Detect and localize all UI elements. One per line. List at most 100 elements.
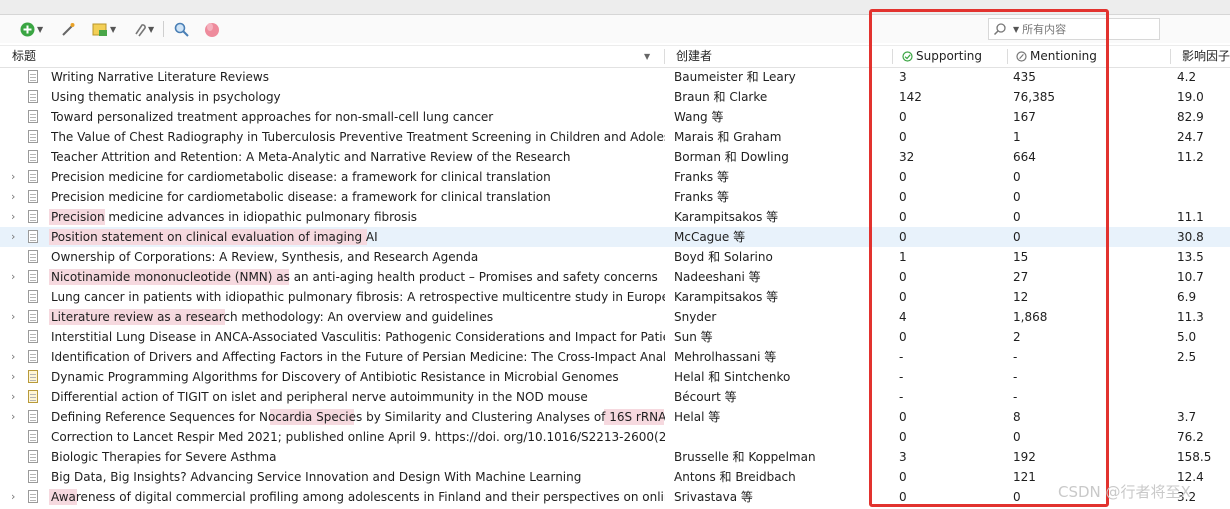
row-title: Precision medicine for cardiometabolic d… [51,190,551,204]
row-title: Lung cancer in patients with idiopathic … [51,290,665,304]
document-icon [28,270,38,283]
row-creator: Srivastava 等 [674,490,753,504]
row-creator: Snyder [674,310,717,324]
row-title: Differential action of TIGIT on islet an… [51,390,588,404]
row-title: Biologic Therapies for Severe Asthma [51,450,277,464]
new-note-button[interactable]: ▼ [92,20,116,38]
row-title: Literature review as a research methodol… [51,310,494,324]
column-divider[interactable] [664,49,665,64]
document-icon [28,130,38,143]
row-creator: Karampitsakos 等 [674,210,779,224]
row-title: Identification of Drivers and Affecting … [51,350,665,364]
row-creator: Borman 和 Dowling [674,150,789,164]
toolbar-separator [163,21,164,37]
row-creator: McCague 等 [674,230,746,244]
row-title: The Value of Chest Radiography in Tuberc… [51,130,665,144]
column-creator[interactable]: 创建者 [676,46,712,67]
document-icon [28,470,38,483]
expand-chevron-icon[interactable]: › [11,347,21,367]
row-creator: Marais 和 Graham [674,130,782,144]
add-by-identifier-button[interactable] [60,20,76,38]
watermark: CSDN @行者将至X [1058,483,1191,501]
row-title: Nicotinamide mononucleotide (NMN) as an … [51,270,658,284]
row-title: Writing Narrative Literature Reviews [51,70,269,84]
row-creator: Sun 等 [674,330,713,344]
row-title: Ownership of Corporations: A Review, Syn… [51,250,479,264]
magic-wand-icon [62,23,75,36]
document-icon [28,490,38,503]
document-icon [28,430,38,443]
expand-chevron-icon[interactable]: › [11,187,21,207]
row-creator: Franks 等 [674,190,729,204]
row-impact-factor: 19.0 [1177,90,1204,104]
row-creator: Boyd 和 Solarino [674,250,773,264]
document-icon [28,330,38,343]
row-title: Interstitial Lung Disease in ANCA-Associ… [51,330,665,344]
sort-dropdown-icon[interactable]: ▼ [644,46,650,67]
row-creator: Wang 等 [674,110,724,124]
row-creator: Brusselle 和 Koppelman [674,450,816,464]
row-creator: Nadeeshani 等 [674,270,761,284]
add-icon [20,22,35,36]
expand-chevron-icon[interactable]: › [11,487,21,507]
row-creator: Baumeister 和 Leary [674,70,796,84]
row-impact-factor: 30.8 [1177,230,1204,244]
document-icon [28,310,38,323]
row-title: Toward personalized treatment approaches… [51,110,494,124]
expand-chevron-icon[interactable]: › [11,267,21,287]
expand-chevron-icon[interactable]: › [11,227,21,247]
document-icon [28,210,38,223]
expand-chevron-icon[interactable]: › [11,167,21,187]
advanced-search-button[interactable] [174,20,189,38]
row-title: Using thematic analysis in psychology [51,90,281,104]
expand-chevron-icon[interactable]: › [11,207,21,227]
row-creator: Karampitsakos 等 [674,290,779,304]
column-title[interactable]: 标题 [12,46,36,67]
magnifier-icon [174,22,189,37]
document-icon [28,70,38,83]
row-impact-factor: 158.5 [1177,450,1212,464]
document-icon [28,90,38,103]
annotation-highlight-box [869,9,1109,507]
locate-button[interactable] [203,20,221,38]
expand-chevron-icon[interactable]: › [11,307,21,327]
row-creator: Franks 等 [674,170,729,184]
document-icon [28,190,38,203]
column-divider[interactable] [1170,49,1171,64]
document-icon [28,250,38,263]
row-creator: Mehrolhassani 等 [674,350,777,364]
expand-chevron-icon[interactable]: › [11,387,21,407]
row-title: Correction to Lancet Respir Med 2021; pu… [51,430,665,444]
new-item-button[interactable]: ▼ [20,20,43,38]
note-icon [92,23,107,36]
pink-blob-icon [205,23,219,37]
document-icon [28,170,38,183]
row-impact-factor: 11.1 [1177,210,1204,224]
document-icon [28,350,38,363]
row-impact-factor: 76.2 [1177,430,1204,444]
row-title: Dynamic Programming Algorithms for Disco… [51,370,619,384]
attachment-button[interactable]: ▼ [132,20,154,38]
row-impact-factor: 4.2 [1177,70,1197,84]
row-impact-factor: 11.3 [1177,310,1204,324]
row-impact-factor: 11.2 [1177,150,1204,164]
row-title: Precision medicine advances in idiopathi… [51,210,418,224]
row-title: Position statement on clinical evaluatio… [51,230,378,244]
document-icon [28,110,38,123]
row-impact-factor: 3.7 [1177,410,1197,424]
row-creator: Bécourt 等 [674,390,737,404]
note-document-icon [28,390,38,403]
column-impact-factor[interactable]: 影响因子 [1182,46,1230,67]
expand-chevron-icon[interactable]: › [11,407,21,427]
row-creator: Helal 等 [674,410,721,424]
row-impact-factor: 10.7 [1177,270,1204,284]
paperclip-icon [135,23,146,36]
document-icon [28,410,38,423]
row-title: Precision medicine for cardiometabolic d… [51,170,551,184]
row-creator: Antons 和 Breidbach [674,470,796,484]
row-impact-factor: 6.9 [1177,290,1197,304]
row-creator: Braun 和 Clarke [674,90,768,104]
document-icon [28,290,38,303]
row-impact-factor: 82.9 [1177,110,1204,124]
expand-chevron-icon[interactable]: › [11,367,21,387]
